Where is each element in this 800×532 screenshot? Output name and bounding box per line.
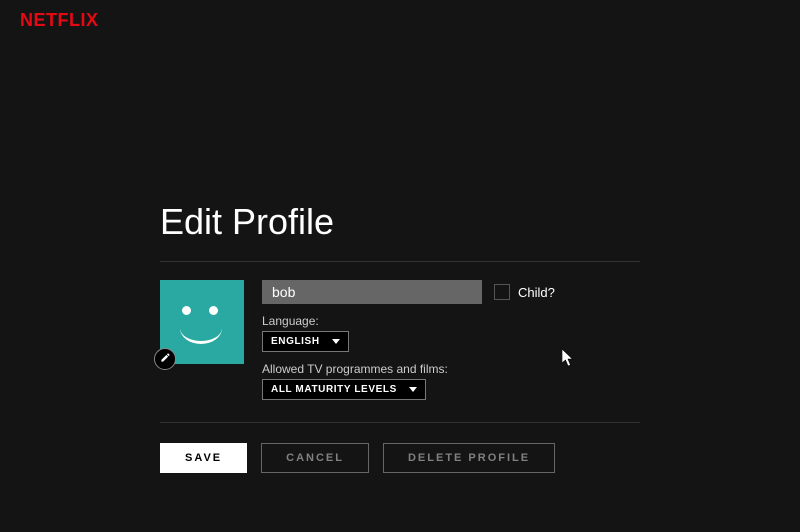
edit-profile-panel: Edit Profile Child?: [160, 201, 640, 473]
maturity-field: Allowed TV programmes and films: ALL MAT…: [262, 362, 640, 400]
name-row: Child?: [262, 280, 640, 304]
chevron-down-icon: [332, 339, 340, 344]
delete-profile-button[interactable]: DELETE PROFILE: [383, 443, 555, 473]
child-toggle: Child?: [494, 284, 555, 300]
header: NETFLIX: [0, 0, 800, 41]
cancel-button[interactable]: CANCEL: [261, 443, 369, 473]
profile-name-input[interactable]: [262, 280, 482, 304]
child-checkbox[interactable]: [494, 284, 510, 300]
language-select[interactable]: ENGLISH: [262, 331, 349, 352]
maturity-label: Allowed TV programmes and films:: [262, 362, 640, 376]
avatar-edit-button[interactable]: [154, 348, 176, 370]
language-field: Language: ENGLISH: [262, 314, 640, 352]
language-value: ENGLISH: [271, 336, 320, 347]
button-row: SAVE CANCEL DELETE PROFILE: [160, 423, 640, 473]
child-label: Child?: [518, 285, 555, 300]
chevron-down-icon: [409, 387, 417, 392]
page-title: Edit Profile: [160, 201, 640, 243]
maturity-value: ALL MATURITY LEVELS: [271, 384, 397, 395]
profile-fields: Child? Language: ENGLISH Allowed TV prog…: [262, 280, 640, 400]
save-button[interactable]: SAVE: [160, 443, 247, 473]
pencil-icon: [160, 350, 171, 368]
profile-form: Child? Language: ENGLISH Allowed TV prog…: [160, 262, 640, 422]
avatar-container[interactable]: [160, 280, 244, 364]
language-label: Language:: [262, 314, 640, 328]
netflix-logo: NETFLIX: [20, 10, 780, 31]
maturity-select[interactable]: ALL MATURITY LEVELS: [262, 379, 426, 400]
